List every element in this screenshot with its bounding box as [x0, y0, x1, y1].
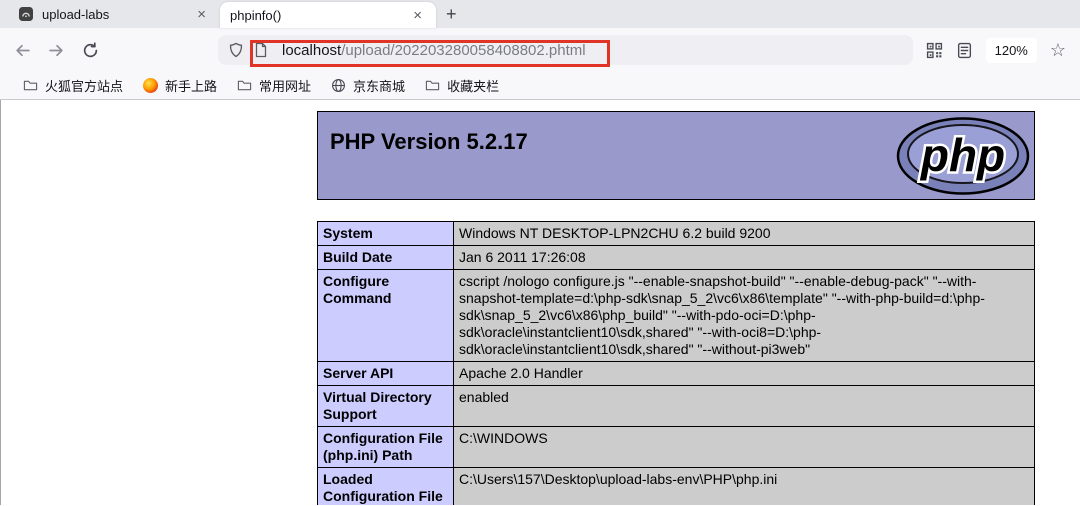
row-value: cscript /nologo configure.js "--enable-s…	[454, 270, 1035, 362]
page-info-icon[interactable]	[253, 42, 269, 58]
folder-icon	[425, 78, 440, 93]
row-value: Jan 6 2011 17:26:08	[454, 246, 1035, 270]
navigation-bar: localhost/upload/202203280058408802.phtm…	[0, 28, 1080, 72]
bookmark-item[interactable]: 火狐官方站点	[16, 73, 130, 98]
table-row: Configuration File (php.ini) Path C:\WIN…	[318, 427, 1035, 468]
row-value: Windows NT DESKTOP-LPN2CHU 6.2 build 920…	[454, 222, 1035, 246]
new-tab-button[interactable]: +	[436, 2, 467, 27]
browser-window: upload-labs × phpinfo() × + localhost/up…	[0, 0, 1080, 506]
tab-title: phpinfo()	[230, 8, 409, 23]
folder-icon	[23, 78, 38, 93]
row-value: enabled	[454, 386, 1035, 427]
forward-icon[interactable]	[48, 42, 65, 59]
upload-labs-favicon-icon	[18, 6, 34, 22]
navbar-right-controls: 120% ☆	[913, 38, 1066, 63]
row-label: Virtual Directory Support	[318, 386, 454, 427]
table-row: Virtual Directory Support enabled	[318, 386, 1035, 427]
bookmark-label: 新手上路	[165, 76, 217, 95]
table-row: Server API Apache 2.0 Handler	[318, 362, 1035, 386]
url-path: /upload/202203280058408802.phtml	[341, 42, 585, 59]
row-label: System	[318, 222, 454, 246]
tab-phpinfo[interactable]: phpinfo() ×	[220, 2, 436, 28]
bookmark-label: 京东商城	[353, 76, 405, 95]
row-value: C:\Users\157\Desktop\upload-labs-env\PHP…	[454, 468, 1035, 506]
tab-title: upload-labs	[42, 7, 193, 22]
php-logo-icon: php	[896, 117, 1030, 195]
reader-mode-icon[interactable]	[956, 42, 973, 59]
php-logo-text: php	[919, 129, 1005, 181]
table-row: Configure Command cscript /nologo config…	[318, 270, 1035, 362]
firefox-icon	[143, 78, 158, 93]
reload-icon[interactable]	[82, 42, 99, 59]
qr-scan-icon[interactable]	[926, 42, 943, 59]
bookmark-item[interactable]: 常用网址	[230, 73, 318, 98]
row-label: Loaded Configuration File	[318, 468, 454, 506]
url-text: localhost/upload/202203280058408802.phtm…	[282, 42, 586, 59]
page-content: PHP Version 5.2.17 php System Windows NT…	[0, 100, 1080, 505]
page-title: PHP Version 5.2.17	[330, 129, 528, 199]
url-bar[interactable]: localhost/upload/202203280058408802.phtm…	[218, 35, 913, 65]
bookmark-label: 火狐官方站点	[45, 76, 123, 95]
row-label: Server API	[318, 362, 454, 386]
back-icon[interactable]	[14, 42, 31, 59]
row-label: Configure Command	[318, 270, 454, 362]
bookmark-item[interactable]: 收藏夹栏	[418, 73, 506, 98]
row-label: Build Date	[318, 246, 454, 270]
bookmark-label: 收藏夹栏	[447, 76, 499, 95]
phpinfo-table: System Windows NT DESKTOP-LPN2CHU 6.2 bu…	[317, 221, 1035, 505]
table-row: Build Date Jan 6 2011 17:26:08	[318, 246, 1035, 270]
bookmark-label: 常用网址	[259, 76, 311, 95]
phpinfo-content: PHP Version 5.2.17 php System Windows NT…	[317, 111, 1035, 505]
bookmark-star-icon[interactable]: ☆	[1050, 41, 1066, 59]
url-domain: localhost	[282, 42, 341, 59]
tab-close-icon[interactable]: ×	[193, 5, 210, 24]
bookmark-item[interactable]: 京东商城	[324, 73, 412, 98]
table-row: System Windows NT DESKTOP-LPN2CHU 6.2 bu…	[318, 222, 1035, 246]
row-value: C:\WINDOWS	[454, 427, 1035, 468]
row-value: Apache 2.0 Handler	[454, 362, 1035, 386]
phpinfo-header: PHP Version 5.2.17 php	[317, 111, 1035, 200]
table-row: Loaded Configuration File C:\Users\157\D…	[318, 468, 1035, 506]
folder-icon	[237, 78, 252, 93]
zoom-level-button[interactable]: 120%	[986, 38, 1037, 63]
tab-bar: upload-labs × phpinfo() × +	[0, 0, 1080, 28]
globe-icon	[331, 78, 346, 93]
shield-icon[interactable]	[228, 42, 244, 58]
bookmarks-bar: 火狐官方站点 新手上路 常用网址 京东商城 收藏夹栏	[0, 72, 1080, 100]
row-label: Configuration File (php.ini) Path	[318, 427, 454, 468]
bookmark-item[interactable]: 新手上路	[136, 73, 224, 98]
tab-close-icon[interactable]: ×	[409, 6, 426, 25]
tab-upload-labs[interactable]: upload-labs ×	[8, 0, 220, 28]
